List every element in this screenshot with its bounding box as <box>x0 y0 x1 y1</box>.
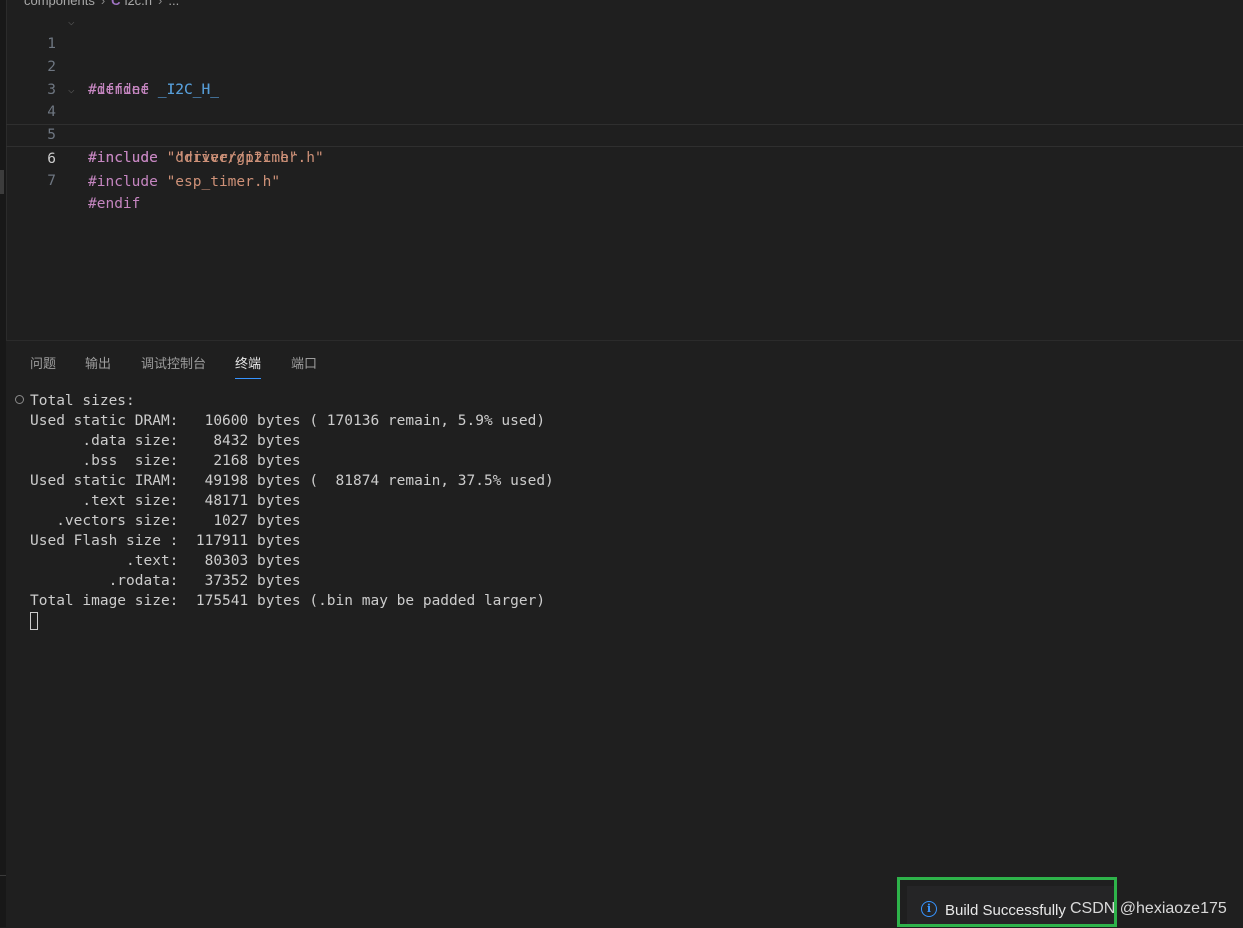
tab-terminal[interactable]: 终端 <box>235 353 262 379</box>
terminal-output[interactable]: Total sizes: Used static DRAM: 10600 byt… <box>30 391 554 630</box>
bottom-panel: 问题 输出 调试控制台 终端 端口 Total sizes: Used stat… <box>6 340 1243 928</box>
code-line[interactable]: 5 #include "driver/gptimer.h" <box>6 101 1243 166</box>
terminal-line: Used static IRAM: 49198 bytes ( 81874 re… <box>30 473 554 489</box>
code-line[interactable]: 7 #endif <box>6 147 1243 212</box>
terminal-cursor <box>30 612 38 630</box>
terminal-line: .rodata: 37352 bytes <box>30 573 301 589</box>
scroll-indicator <box>0 170 4 194</box>
code-editor[interactable]: 1 ⌵ #ifndef _I2C_H_ 2 #define _I2C_H_ 3 … <box>6 8 1243 340</box>
breadcrumb-file[interactable]: i2c.h <box>125 0 152 8</box>
line-number: 7 <box>47 173 56 189</box>
code-line[interactable]: 1 ⌵ #ifndef _I2C_H_ <box>6 10 1243 98</box>
chevron-down-icon[interactable]: ⌵ <box>68 10 75 33</box>
terminal-line: Total sizes: <box>30 393 135 409</box>
terminal-line: .data size: 8432 bytes <box>30 433 301 449</box>
c-file-icon: C <box>111 0 121 8</box>
watermark: CSDN @hexiaoze175 <box>1070 900 1227 917</box>
tab-output[interactable]: 输出 <box>85 353 111 378</box>
command-status-icon[interactable] <box>15 395 24 404</box>
chevron-right-icon: › <box>158 0 163 8</box>
code-line[interactable]: 4 ⌵ #include "driver/i2c.h" <box>6 78 1243 166</box>
terminal-line: Used Flash size : 117911 bytes <box>30 533 301 549</box>
terminal-line: .bss size: 2168 bytes <box>30 453 301 469</box>
terminal-line: Used static DRAM: 10600 bytes ( 170136 r… <box>30 413 546 429</box>
tab-debug-console[interactable]: 调试控制台 <box>141 353 206 378</box>
terminal-line: .vectors size: 1027 bytes <box>30 513 301 529</box>
tab-ports[interactable]: 端口 <box>291 353 317 378</box>
directive: #endif <box>88 196 141 212</box>
code-line[interactable]: 2 #define _I2C_H_ <box>6 33 1243 98</box>
terminal-line: .text size: 48171 bytes <box>30 493 301 509</box>
breadcrumb-folder[interactable]: components <box>24 0 95 8</box>
code-line[interactable]: 3 <box>6 56 1243 98</box>
tab-problems[interactable]: 问题 <box>30 353 56 378</box>
terminal-line: Total image size: 175541 bytes (.bin may… <box>30 593 546 609</box>
code-line-current[interactable]: 6 #include "esp_timer.h" <box>6 124 1243 190</box>
directive: #include <box>88 174 158 190</box>
chevron-right-icon: › <box>100 0 106 8</box>
chevron-down-icon[interactable]: ⌵ <box>68 78 75 101</box>
breadcrumb-more[interactable]: ... <box>168 0 179 8</box>
include-path: "esp_timer.h" <box>166 174 281 190</box>
terminal-line: .text: 80303 bytes <box>30 553 301 569</box>
